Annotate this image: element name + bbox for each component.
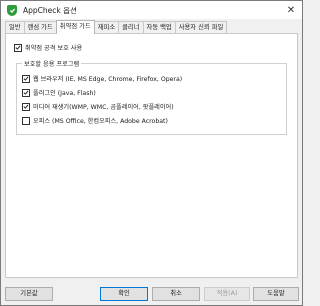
options-dialog: AppCheck 옵션 ✕ 일반 랜섬 가드 취약점 가드 재피소 클리너 자동… [0,0,303,306]
ok-button[interactable]: 확인 [100,287,148,301]
app-web-browser[interactable]: 웹 브라우저 (IE, MS Edge, Chrome, Firefox, Op… [22,74,182,83]
apply-button[interactable]: 적용(A) [204,287,250,301]
web-browser-label: 웹 브라우저 (IE, MS Edge, Chrome, Firefox, Op… [33,76,183,83]
exploit-guard-panel: 취약점 공격 보호 사용 보호할 응용 프로그램 웹 브라우저 (IE, MS … [5,33,298,278]
media-player-label: 미디어 재생기(WMP, WMC, 곰플레이어, 팟플레이어) [33,104,174,111]
app-plugin[interactable]: 플러그인 (Java, Flash) [22,88,96,97]
cancel-button[interactable]: 취소 [152,287,200,301]
app-media-player[interactable]: 미디어 재생기(WMP, WMC, 곰플레이어, 팟플레이어) [22,102,174,111]
office-checkbox[interactable] [22,116,30,125]
tab-exploit-guard[interactable]: 취약점 가드 [55,20,95,34]
appcheck-shield-icon [7,4,17,16]
web-browser-checkbox[interactable] [22,74,30,83]
window-title: AppCheck 옵션 [23,5,77,15]
close-icon: ✕ [286,4,296,16]
button-bar: 기본값 확인 취소 적용(A) 도움말 [1,283,302,305]
enable-exploit-checkbox[interactable] [14,43,22,52]
help-button[interactable]: 도움말 [253,287,299,301]
group-title: 보호할 응용 프로그램 [22,59,82,68]
plugin-checkbox[interactable] [22,88,30,97]
media-player-checkbox[interactable] [22,102,30,111]
close-button[interactable]: ✕ [284,3,298,17]
app-office[interactable]: 오피스 (MS Office, 한컴오피스, Adobe Acrobat) [22,116,168,125]
defaults-button[interactable]: 기본값 [5,287,53,301]
title-bar: AppCheck 옵션 ✕ [1,1,302,19]
enable-exploit-label: 취약점 공격 보호 사용 [25,45,83,52]
plugin-label: 플러그인 (Java, Flash) [33,90,96,97]
protected-apps-group: 보호할 응용 프로그램 웹 브라우저 (IE, MS Edge, Chrome,… [16,59,287,135]
office-label: 오피스 (MS Office, 한컴오피스, Adobe Acrobat) [33,118,168,125]
tab-strip: 일반 랜섬 가드 취약점 가드 재피소 클리너 자동 백업 사용자 신뢰 파일 [5,20,228,34]
enable-exploit-protection[interactable]: 취약점 공격 보호 사용 [14,43,82,52]
